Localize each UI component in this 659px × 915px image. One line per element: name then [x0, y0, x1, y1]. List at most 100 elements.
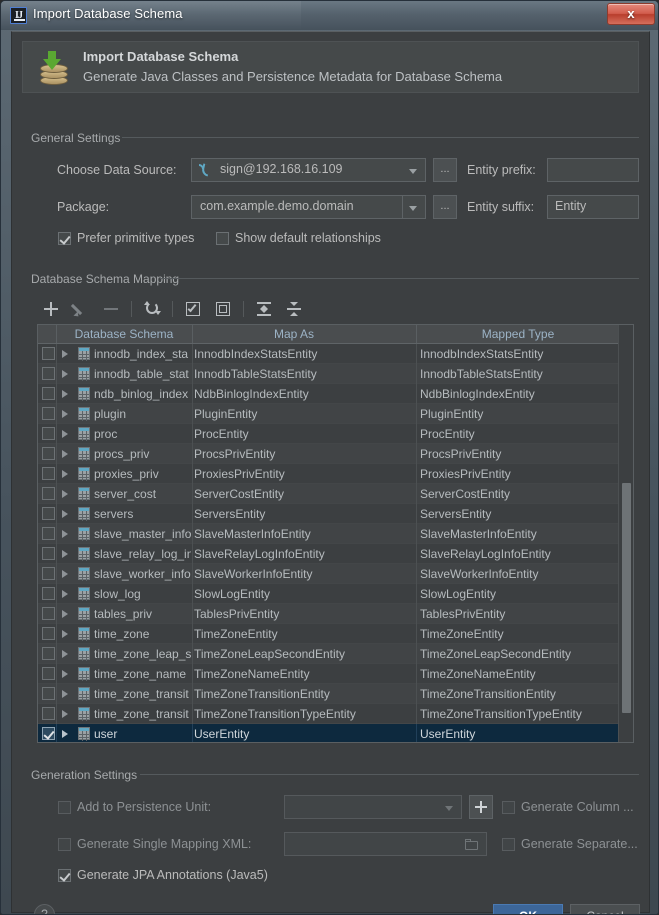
generate-single-mapping-xml-label: Generate Single Mapping XML: [77, 837, 252, 851]
table-row[interactable]: plugin PluginEntity PluginEntity [38, 404, 618, 424]
table-row[interactable]: time_zone_leap_s TimeZoneLeapSecondEntity… [38, 644, 618, 664]
table-row[interactable]: user UserEntity UserEntity [38, 724, 618, 742]
show-default-relationships-checkbox[interactable] [216, 232, 229, 245]
generation-settings-label: Generation Settings [28, 768, 143, 782]
table-row[interactable]: servers ServersEntity ServersEntity [38, 504, 618, 524]
folder-icon [465, 839, 479, 850]
expand-all-button[interactable] [253, 298, 275, 320]
table-row[interactable]: slave_master_info SlaveMasterInfoEntity Sl… [38, 524, 618, 544]
column-header-database-schema[interactable]: Database Schema [58, 325, 190, 343]
add-button[interactable] [40, 298, 62, 320]
entity-suffix-input[interactable]: Entity [547, 195, 639, 219]
data-source-browse-button[interactable]: ... [433, 158, 457, 182]
table-row[interactable]: time_zone TimeZoneEntity TimeZoneEntity [38, 624, 618, 644]
package-browse-button[interactable]: ... [433, 195, 457, 219]
data-source-combo[interactable]: sign@192.168.16.109 [191, 158, 426, 182]
row-checkbox[interactable] [42, 367, 55, 380]
row-checkbox[interactable] [42, 647, 55, 660]
expand-triangle-icon[interactable] [62, 490, 68, 498]
expand-triangle-icon[interactable] [62, 630, 68, 638]
table-row[interactable]: proc ProcEntity ProcEntity [38, 424, 618, 444]
row-checkbox[interactable] [42, 687, 55, 700]
expand-triangle-icon[interactable] [62, 470, 68, 478]
expand-triangle-icon[interactable] [62, 710, 68, 718]
table-row[interactable]: time_zone_transit TimeZoneTransitionEntit… [38, 684, 618, 704]
refresh-button[interactable] [141, 298, 163, 320]
table-vertical-scrollbar[interactable] [618, 325, 633, 742]
table-row[interactable]: innodb_table_stat InnodbTableStatsEntity I… [38, 364, 618, 384]
cancel-button[interactable]: Cancel [570, 904, 640, 914]
row-checkbox[interactable] [42, 607, 55, 620]
row-checkbox[interactable] [42, 527, 55, 540]
add-persistence-unit-checkbox[interactable] [58, 801, 71, 814]
row-checkbox[interactable] [42, 467, 55, 480]
row-checkbox[interactable] [42, 347, 55, 360]
expand-triangle-icon[interactable] [62, 690, 68, 698]
row-checkbox[interactable] [42, 507, 55, 520]
table-row[interactable]: time_zone_name TimeZoneNameEntity TimeZone… [38, 664, 618, 684]
row-checkbox[interactable] [42, 447, 55, 460]
row-checkbox[interactable] [42, 427, 55, 440]
expand-triangle-icon[interactable] [62, 370, 68, 378]
select-all-button[interactable] [182, 298, 204, 320]
expand-triangle-icon[interactable] [62, 570, 68, 578]
table-row[interactable]: slow_log SlowLogEntity SlowLogEntity [38, 584, 618, 604]
row-checkbox[interactable] [42, 727, 55, 740]
column-header-map-as[interactable]: Map As [194, 325, 394, 343]
scrollbar-thumb[interactable] [622, 483, 631, 713]
expand-triangle-icon[interactable] [62, 530, 68, 538]
table-row[interactable]: innodb_index_sta InnodbIndexStatsEntity In… [38, 344, 618, 364]
expand-triangle-icon[interactable] [62, 730, 68, 738]
row-checkbox[interactable] [42, 567, 55, 580]
entity-prefix-input[interactable] [547, 158, 639, 182]
persistence-unit-combo[interactable] [284, 795, 462, 819]
expand-triangle-icon[interactable] [62, 430, 68, 438]
package-combo[interactable]: com.example.demo.domain [191, 195, 426, 219]
expand-triangle-icon[interactable] [62, 650, 68, 658]
table-row[interactable]: slave_worker_info SlaveWorkerInfoEntity Sl… [38, 564, 618, 584]
expand-triangle-icon[interactable] [62, 590, 68, 598]
duplicate-button[interactable] [212, 298, 234, 320]
prefer-primitive-types-checkbox[interactable] [58, 232, 71, 245]
table-row[interactable]: ndb_binlog_index NdbBinlogIndexEntity NdbB… [38, 384, 618, 404]
generate-single-mapping-xml-checkbox[interactable] [58, 838, 71, 851]
add-persistence-unit-button[interactable] [469, 795, 493, 819]
column-header-mapped-type[interactable]: Mapped Type [418, 325, 618, 343]
column-divider [416, 624, 417, 644]
single-mapping-xml-input[interactable] [284, 832, 487, 856]
cell-database-schema: proxies_priv [94, 467, 159, 481]
expand-triangle-icon[interactable] [62, 670, 68, 678]
row-checkbox[interactable] [42, 387, 55, 400]
table-row[interactable]: slave_relay_log_in SlaveRelayLogInfoEntit… [38, 544, 618, 564]
expand-triangle-icon[interactable] [62, 350, 68, 358]
table-row[interactable]: proxies_priv ProxiesPrivEntity ProxiesPriv… [38, 464, 618, 484]
package-value: com.example.demo.domain [200, 199, 354, 213]
table-row[interactable]: procs_priv ProcsPrivEntity ProcsPrivEntity [38, 444, 618, 464]
row-checkbox[interactable] [42, 487, 55, 500]
collapse-all-button[interactable] [283, 298, 305, 320]
table-row[interactable]: time_zone_transit TimeZoneTransitionTypeE… [38, 704, 618, 724]
row-checkbox[interactable] [42, 587, 55, 600]
table-row[interactable]: tables_priv TablesPrivEntity TablesPrivEnt… [38, 604, 618, 624]
expand-triangle-icon[interactable] [62, 390, 68, 398]
generate-separate-checkbox[interactable] [502, 838, 515, 851]
row-checkbox[interactable] [42, 547, 55, 560]
row-checkbox[interactable] [42, 707, 55, 720]
toolbar-separator [243, 301, 244, 317]
row-checkbox[interactable] [42, 667, 55, 680]
expand-triangle-icon[interactable] [62, 510, 68, 518]
generate-column-checkbox[interactable] [502, 801, 515, 814]
expand-triangle-icon[interactable] [62, 610, 68, 618]
close-button[interactable]: x [607, 3, 655, 25]
ok-button[interactable]: OK [493, 904, 563, 914]
edit-button[interactable] [70, 298, 92, 320]
expand-triangle-icon[interactable] [62, 450, 68, 458]
table-row[interactable]: server_cost ServerCostEntity ServerCostEnt… [38, 484, 618, 504]
expand-triangle-icon[interactable] [62, 550, 68, 558]
remove-button[interactable] [100, 298, 122, 320]
row-checkbox[interactable] [42, 407, 55, 420]
expand-triangle-icon[interactable] [62, 410, 68, 418]
row-checkbox[interactable] [42, 627, 55, 640]
generate-jpa-annotations-checkbox[interactable] [58, 869, 71, 882]
help-button[interactable]: ? [34, 904, 55, 914]
